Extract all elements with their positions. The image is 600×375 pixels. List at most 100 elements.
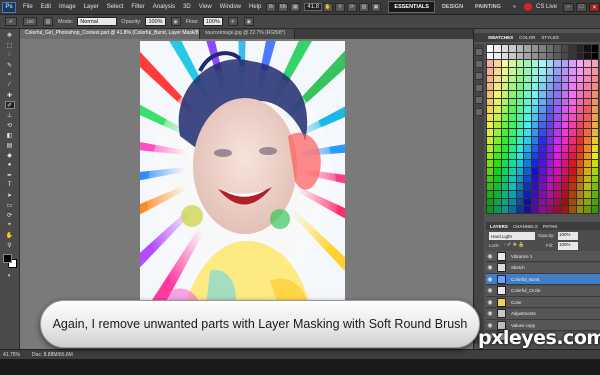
swatch[interactable] (569, 68, 576, 75)
swatch[interactable] (524, 98, 531, 106)
swatch[interactable] (516, 198, 524, 206)
tab-styles[interactable]: STYLES (541, 35, 559, 40)
swatch[interactable] (531, 198, 539, 206)
swatch[interactable] (584, 190, 591, 198)
swatch[interactable] (546, 106, 554, 114)
swatch[interactable] (546, 144, 554, 152)
swatch[interactable] (576, 137, 584, 144)
swatch[interactable] (546, 206, 554, 213)
menu-analysis[interactable]: Analysis (149, 4, 179, 10)
swatch[interactable] (554, 144, 561, 152)
swatch[interactable] (501, 75, 509, 83)
swatch[interactable] (539, 137, 546, 144)
swatch[interactable] (539, 175, 546, 183)
swatch[interactable] (546, 91, 554, 98)
swatch[interactable] (494, 152, 501, 160)
swatch[interactable] (524, 60, 531, 68)
swatch[interactable] (494, 114, 501, 121)
rotate-view-icon[interactable]: ⟳ (347, 2, 358, 12)
swatch[interactable] (591, 45, 598, 52)
stamp-tool-icon[interactable]: ⊥ (5, 111, 15, 119)
swatch[interactable] (561, 121, 569, 129)
swatch[interactable] (591, 68, 598, 75)
swatch[interactable] (546, 190, 554, 198)
swatch[interactable] (554, 98, 561, 106)
swatch[interactable] (539, 114, 546, 121)
tab-paths[interactable]: PATHS (543, 224, 558, 229)
swatch[interactable] (509, 160, 516, 167)
swatch[interactable] (554, 152, 561, 160)
swatch[interactable] (509, 183, 516, 190)
cs-live-label[interactable]: CS Live (532, 4, 561, 10)
swatch[interactable] (524, 52, 531, 60)
swatch[interactable] (584, 137, 591, 144)
swatch[interactable] (516, 106, 524, 114)
swatch[interactable] (509, 106, 516, 114)
swatch[interactable] (584, 183, 591, 190)
swatch[interactable] (531, 144, 539, 152)
clone-source-icon[interactable] (475, 84, 483, 92)
maximize-button[interactable]: □ (576, 2, 587, 12)
swatch[interactable] (509, 129, 516, 137)
pressure-opacity-icon[interactable]: ◉ (170, 17, 181, 26)
swatch[interactable] (501, 152, 509, 160)
close-button[interactable]: ✕ (589, 2, 600, 12)
bridge-icon[interactable]: Br (266, 2, 277, 12)
swatch[interactable] (509, 198, 516, 206)
swatch[interactable] (591, 183, 598, 190)
swatch[interactable] (561, 152, 569, 160)
swatch[interactable] (546, 75, 554, 83)
swatch[interactable] (576, 45, 584, 52)
zoom-readout[interactable]: 41.75% (3, 352, 20, 358)
layer-visibility-icon[interactable]: ◉ (486, 253, 494, 260)
swatch[interactable] (561, 91, 569, 98)
swatch[interactable] (516, 144, 524, 152)
swatch[interactable] (524, 137, 531, 144)
swatch[interactable] (531, 129, 539, 137)
swatch[interactable] (509, 175, 516, 183)
swatch[interactable] (494, 167, 501, 175)
heal-tool-icon[interactable]: ✚ (5, 91, 15, 99)
swatch[interactable] (509, 91, 516, 98)
swatch[interactable] (569, 198, 576, 206)
tab-color[interactable]: COLOR (519, 35, 535, 40)
swatch[interactable] (576, 144, 584, 152)
swatch[interactable] (546, 68, 554, 75)
arrange-documents-icon[interactable]: ▥ (359, 2, 370, 12)
swatch[interactable] (524, 160, 531, 167)
layer-opacity-field[interactable]: 100% (558, 232, 578, 240)
swatch[interactable] (487, 198, 494, 206)
swatch[interactable] (539, 52, 546, 60)
swatch[interactable] (584, 68, 591, 75)
swatch[interactable] (494, 137, 501, 144)
swatch[interactable] (516, 152, 524, 160)
layer-row[interactable]: ◉ Vibrance 1 (486, 251, 600, 262)
swatch[interactable] (494, 75, 501, 83)
swatch[interactable] (569, 160, 576, 167)
swatch[interactable] (584, 106, 591, 114)
swatch[interactable] (546, 129, 554, 137)
swatch[interactable] (576, 52, 584, 60)
swatch[interactable] (501, 160, 509, 167)
swatch[interactable] (554, 83, 561, 91)
swatch[interactable] (501, 68, 509, 75)
swatch[interactable] (539, 198, 546, 206)
swatch[interactable] (554, 206, 561, 213)
eraser-tool-icon[interactable]: ◧ (5, 131, 15, 139)
swatch[interactable] (509, 75, 516, 83)
history-panel-icon[interactable] (475, 48, 483, 56)
swatch[interactable] (584, 175, 591, 183)
blend-mode-select[interactable]: Hard Light (489, 232, 535, 240)
swatch[interactable] (591, 152, 598, 160)
swatch[interactable] (554, 45, 561, 52)
swatch[interactable] (531, 183, 539, 190)
swatch[interactable] (487, 52, 494, 60)
swatch[interactable] (569, 137, 576, 144)
swatch[interactable] (561, 167, 569, 175)
swatch[interactable] (539, 160, 546, 167)
swatch[interactable] (487, 98, 494, 106)
swatch[interactable] (561, 190, 569, 198)
brush-tool-icon[interactable]: ✐ (4, 101, 15, 109)
layer-visibility-icon[interactable]: ◉ (486, 287, 494, 294)
swatch[interactable] (531, 91, 539, 98)
